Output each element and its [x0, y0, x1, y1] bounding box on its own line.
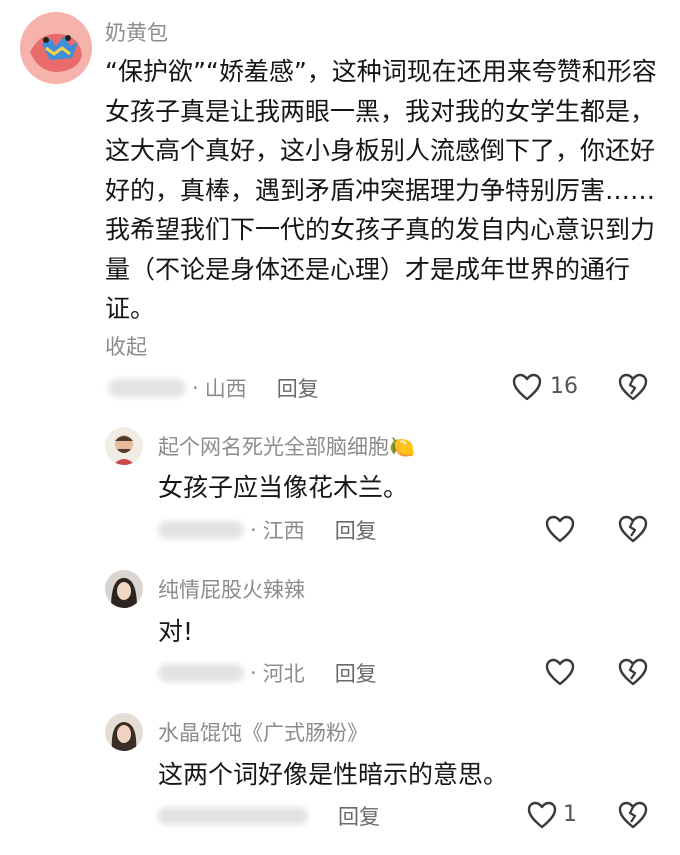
heart-outline-icon[interactable]: [527, 801, 557, 829]
collapse-link[interactable]: 收起: [105, 331, 147, 361]
broken-heart-icon[interactable]: [618, 801, 648, 829]
comment-meta: 回复: [158, 800, 380, 832]
location-label: 山西: [204, 377, 247, 401]
reply-button[interactable]: 回复: [338, 801, 380, 831]
avatar[interactable]: [105, 570, 143, 608]
lemon-emoji: 🍋: [389, 435, 416, 459]
redacted-time: [108, 379, 186, 397]
comment-author[interactable]: 水晶馄饨《广式肠粉》: [158, 717, 368, 747]
comment-meta: · 河北 回复: [158, 657, 377, 689]
avatar[interactable]: [105, 427, 143, 465]
comment-author[interactable]: 奶黄包: [105, 17, 168, 47]
redacted-time: [158, 664, 244, 682]
location-label: 江西: [262, 519, 305, 543]
avatar[interactable]: [105, 713, 143, 751]
comment-meta: · 山西 回复: [108, 372, 319, 404]
like-count: 16: [550, 374, 578, 399]
reply-button[interactable]: 回复: [335, 658, 377, 688]
redacted-time: [158, 521, 244, 539]
broken-heart-icon[interactable]: [618, 515, 648, 543]
comment-text: 女孩子应当像花木兰。: [158, 473, 409, 502]
comment-text: 对!: [158, 617, 194, 646]
comment-meta: · 江西 回复: [158, 514, 377, 546]
reply-button[interactable]: 回复: [335, 515, 377, 545]
comment-author[interactable]: 纯情屁股火辣辣: [158, 574, 305, 604]
comment-text: “保护欲”“娇羞感”，这种词现在还用来夸赞和形容女孩子真是让我两眼一黑，我对我的…: [105, 57, 657, 323]
reply-button[interactable]: 回复: [277, 373, 319, 403]
location-label: 河北: [262, 662, 305, 686]
heart-outline-icon[interactable]: [545, 658, 575, 686]
avatar[interactable]: [20, 12, 92, 84]
like-count: 1: [563, 802, 577, 827]
comment-author[interactable]: 起个网名死光全部脑细胞🍋: [158, 431, 415, 461]
broken-heart-icon[interactable]: [618, 373, 648, 401]
author-name: 起个网名死光全部脑细胞: [158, 435, 389, 459]
broken-heart-icon[interactable]: [618, 658, 648, 686]
heart-outline-icon[interactable]: [545, 515, 575, 543]
heart-outline-icon[interactable]: [512, 373, 542, 401]
comment-text: 这两个词好像是性暗示的意思。: [158, 760, 509, 789]
redacted-time: [158, 807, 308, 825]
